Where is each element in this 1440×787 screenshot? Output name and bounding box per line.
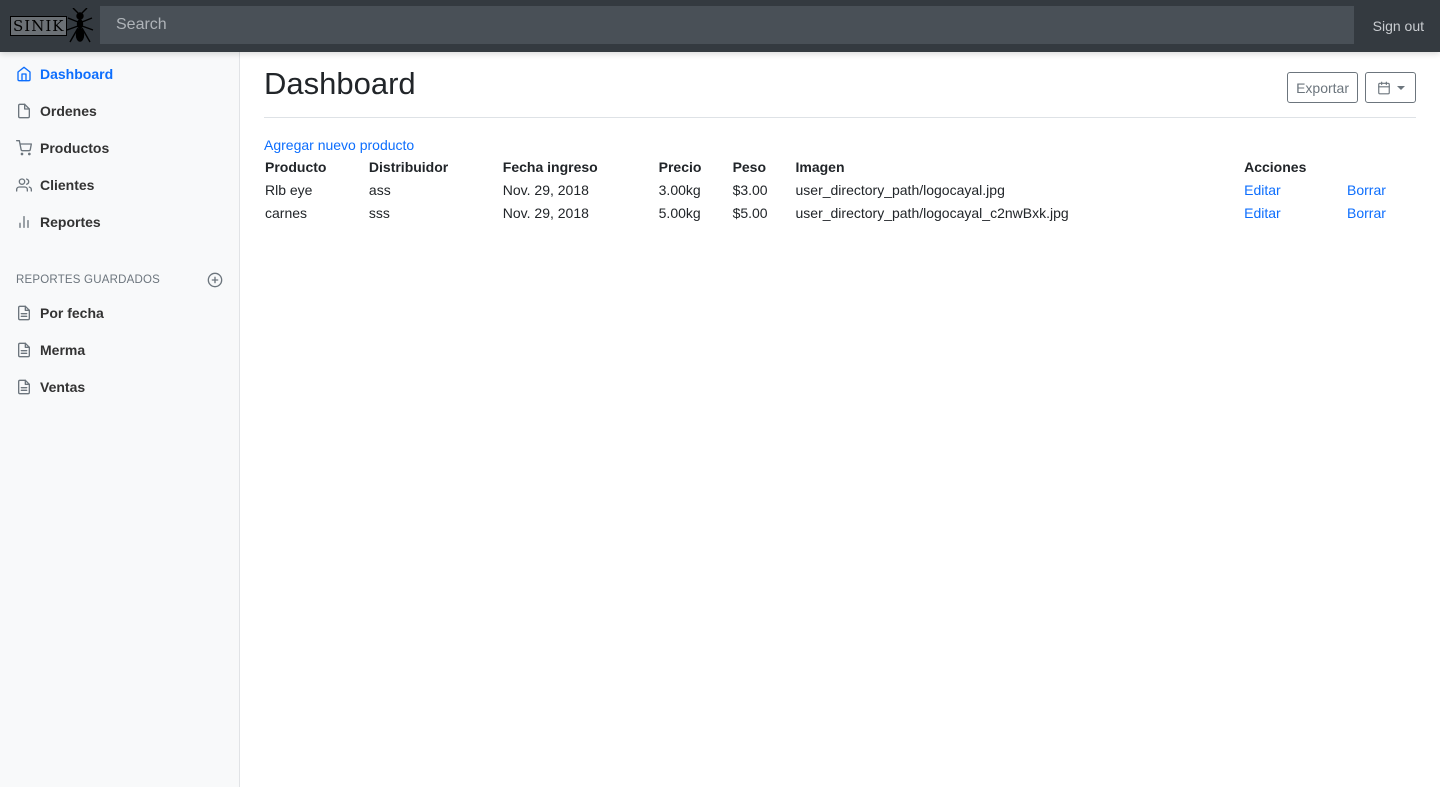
table-cell: Borrar xyxy=(1346,201,1416,224)
column-header: Precio xyxy=(658,158,702,175)
column-header: Peso xyxy=(732,158,767,175)
chevron-down-icon xyxy=(1396,85,1405,90)
column-header xyxy=(1346,155,1416,178)
table-cell: Borrar xyxy=(1346,178,1416,201)
table-cell: sss xyxy=(368,204,390,221)
table-cell: Editar xyxy=(1243,178,1346,201)
sidebar: Dashboard Ordenes Productos Clientes Rep… xyxy=(0,52,240,787)
sidebar-item-clientes[interactable]: Clientes xyxy=(0,166,239,203)
sidebar-item-label: Productos xyxy=(40,139,110,156)
table-cell: 5.00kg xyxy=(658,204,701,221)
sidebar-item-label: Por fecha xyxy=(40,304,104,321)
table-cell: carnes xyxy=(265,204,308,221)
calendar-icon xyxy=(1377,81,1390,94)
sidebar-item-productos[interactable]: Productos xyxy=(0,129,239,166)
file-text-icon xyxy=(16,379,32,395)
ant-logo-icon xyxy=(67,8,94,43)
date-range-dropdown[interactable] xyxy=(1365,72,1416,103)
sidebar-item-label: Reportes xyxy=(40,213,101,230)
page-title: Dashboard xyxy=(264,66,416,101)
edit-link[interactable]: Editar xyxy=(1244,182,1281,198)
export-button[interactable]: Exportar xyxy=(1287,72,1358,103)
column-header: Acciones xyxy=(1244,158,1307,175)
file-icon xyxy=(16,103,32,119)
sidebar-item-ordenes[interactable]: Ordenes xyxy=(0,92,239,129)
sidebar-item-label: Ordenes xyxy=(40,102,97,119)
column-header: Imagen xyxy=(795,158,845,175)
sign-out-link[interactable]: Sign out xyxy=(1373,0,1424,52)
file-text-icon xyxy=(16,305,32,321)
table-cell: 3.00kg xyxy=(658,181,701,198)
search-input[interactable] xyxy=(100,6,1354,44)
sidebar-item-reportes[interactable]: Reportes xyxy=(0,203,239,240)
top-navbar: SINIK Sign out xyxy=(0,0,1440,52)
plus-circle-icon[interactable] xyxy=(207,272,223,288)
sidebar-item-por-fecha[interactable]: Por fecha xyxy=(0,294,239,331)
table-row: carnes sss Nov. 29, 2018 5.00kg $5.00 us… xyxy=(264,201,1416,224)
table-cell: Rlb eye xyxy=(265,181,313,198)
delete-link[interactable]: Borrar xyxy=(1347,182,1386,198)
table-cell: user_directory_path/logocayal_c2nwBxk.jp… xyxy=(795,204,1069,221)
column-header: Distribuidor xyxy=(368,158,449,175)
add-product-link[interactable]: Agregar nuevo producto xyxy=(264,137,414,153)
sidebar-item-merma[interactable]: Merma xyxy=(0,331,239,368)
table-cell: Nov. 29, 2018 xyxy=(502,204,589,221)
saved-reports-heading: REPORTES GUARDADOS xyxy=(0,270,239,290)
sidebar-item-label: Clientes xyxy=(40,176,95,193)
file-text-icon xyxy=(16,342,32,358)
saved-reports-heading-label: REPORTES GUARDADOS xyxy=(16,274,160,286)
edit-link[interactable]: Editar xyxy=(1244,205,1281,221)
table-cell: ass xyxy=(368,181,391,198)
table-cell: user_directory_path/logocayal.jpg xyxy=(795,181,1005,198)
table-cell: Editar xyxy=(1243,201,1346,224)
shopping-cart-icon xyxy=(16,139,32,156)
bar-chart-icon xyxy=(16,214,32,230)
delete-link[interactable]: Borrar xyxy=(1347,205,1386,221)
table-header-row: Producto Distribuidor Fecha ingreso Prec… xyxy=(264,155,1416,178)
table-cell: $3.00 xyxy=(732,181,768,198)
home-icon xyxy=(16,66,32,82)
column-header: Producto xyxy=(265,158,327,175)
table-row: Rlb eye ass Nov. 29, 2018 3.00kg $3.00 u… xyxy=(264,178,1416,201)
sidebar-item-dashboard[interactable]: Dashboard xyxy=(0,55,239,92)
sidebar-item-ventas[interactable]: Ventas xyxy=(0,368,239,405)
products-table: Producto Distribuidor Fecha ingreso Prec… xyxy=(264,155,1416,224)
brand-text: SINIK xyxy=(10,16,68,36)
sidebar-item-label: Ventas xyxy=(40,378,86,395)
column-header: Fecha ingreso xyxy=(502,158,598,175)
page-header: Dashboard Exportar xyxy=(264,52,1416,118)
table-cell: $5.00 xyxy=(732,204,768,221)
table-cell: Nov. 29, 2018 xyxy=(502,181,589,198)
main-content: Dashboard Exportar Agregar nuevo product… xyxy=(264,52,1416,221)
sidebar-item-label: Merma xyxy=(40,341,86,358)
sidebar-item-label: Dashboard xyxy=(40,65,114,82)
brand-logo[interactable]: SINIK xyxy=(0,0,100,52)
users-icon xyxy=(16,177,32,193)
